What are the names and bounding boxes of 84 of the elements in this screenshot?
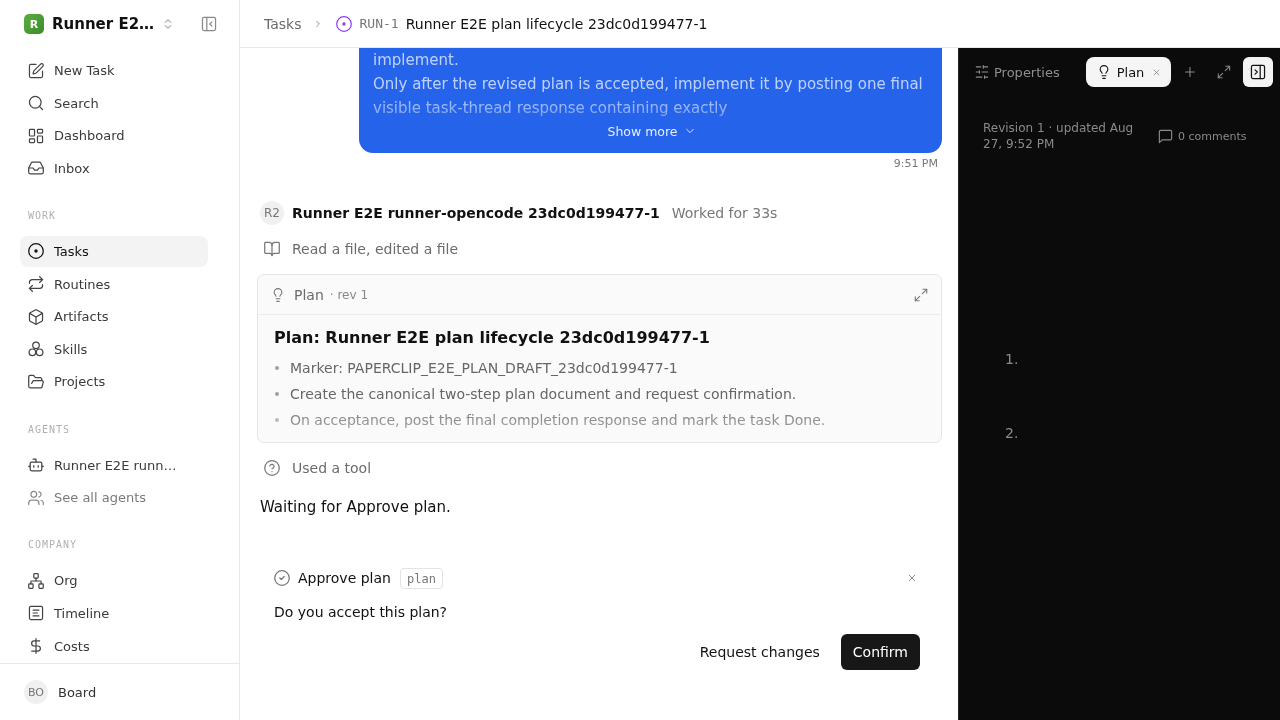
expand-icon[interactable] xyxy=(914,287,928,302)
inbox-icon xyxy=(28,160,44,177)
tool-use-summary[interactable]: Used a tool xyxy=(257,456,378,480)
dollar-icon xyxy=(28,638,44,654)
plan-title: Plan: Runner E2E plan lifecycle 23dc0d199477-1 xyxy=(274,327,710,349)
task-title: Runner E2E plan lifecycle 23dc0d199477-1 xyxy=(405,15,708,32)
workspace-name[interactable]: Runner E2… xyxy=(52,15,155,33)
circles-icon xyxy=(28,341,44,358)
message-text: Only after the revised plan is accepted, implement it by posting one final visible task-thread response containing exactly xyxy=(373,74,924,119)
show-more-button[interactable]: Show more xyxy=(607,120,696,142)
activity-summary[interactable]: Read a file, edited a file xyxy=(257,237,465,261)
bullet-icon xyxy=(275,366,279,370)
approval-question: Do you accept this plan? xyxy=(274,603,448,622)
user-avatar[interactable]: BO xyxy=(24,680,48,704)
nav-item[interactable]: Artifacts xyxy=(20,301,208,333)
approval-title: Approve plan xyxy=(298,570,391,586)
nav-item[interactable]: New Task xyxy=(20,55,208,86)
nav-item[interactable]: Routines xyxy=(20,268,208,300)
users-icon xyxy=(28,489,44,506)
nav-item[interactable]: Org xyxy=(20,565,208,597)
nav-item[interactable]: See all agents xyxy=(20,482,208,514)
panel-tab[interactable]: Plan xyxy=(1085,57,1172,87)
bullet-icon xyxy=(275,418,279,422)
chevrons-up-down-icon[interactable] xyxy=(162,18,174,30)
close-icon[interactable] xyxy=(1152,67,1162,77)
panel-right-icon xyxy=(1250,64,1267,80)
nav-item[interactable]: Runner E2E runn… xyxy=(20,449,208,481)
circle-dot-icon xyxy=(28,243,44,260)
repeat-icon xyxy=(28,276,44,293)
pencil-square-icon xyxy=(28,62,44,79)
section-label: AGENTS xyxy=(28,422,71,437)
plan-label: Plan xyxy=(294,286,324,303)
plan-step: On acceptance, post the final completion response and mark the task Done. xyxy=(290,412,826,428)
request-changes-button[interactable]: Request changes xyxy=(688,634,831,670)
nav-item[interactable]: Skills xyxy=(20,333,208,365)
plus-icon[interactable] xyxy=(1183,65,1198,79)
message-text: implement. xyxy=(373,50,460,71)
nav-item[interactable]: Timeline xyxy=(20,597,208,629)
task-id: RUN-1 xyxy=(359,16,399,31)
cube-icon xyxy=(28,308,44,325)
list-square-icon xyxy=(28,605,44,622)
comments-button[interactable]: 0 comments xyxy=(1158,128,1247,144)
status-circle-icon xyxy=(335,15,352,32)
book-icon xyxy=(264,241,280,257)
nav-item[interactable]: Inbox xyxy=(20,152,208,184)
agent-avatar: R2 xyxy=(260,201,284,225)
lightbulb-icon xyxy=(271,287,285,302)
comment-icon xyxy=(1158,128,1173,144)
nav-item[interactable]: Tasks xyxy=(20,235,208,267)
help-circle-icon xyxy=(264,460,280,476)
section-label: WORK xyxy=(28,208,57,223)
work-duration: Worked for 33s xyxy=(671,205,778,221)
panel-tab[interactable]: Properties xyxy=(967,57,1068,87)
plan-step: Marker: PAPERCLIP_E2E_PLAN_DRAFT_23dc0d199477-1 xyxy=(290,360,678,376)
list-number: 2. xyxy=(1005,424,1019,443)
agent-name: Runner E2E runner-opencode 23dc0d199477-1 xyxy=(292,205,660,221)
check-circle-icon xyxy=(274,570,290,586)
nav-item[interactable]: Dashboard xyxy=(20,120,208,152)
user-name[interactable]: Board xyxy=(58,684,97,700)
list-number: 1. xyxy=(1005,350,1019,369)
collapse-sidebar-icon[interactable] xyxy=(201,16,217,32)
folder-icon xyxy=(28,373,44,390)
reply-text: Waiting for Approve plan. xyxy=(260,497,451,518)
message-time: 9:51 PM xyxy=(892,157,939,171)
nav-item[interactable]: Search xyxy=(20,87,208,119)
section-label: COMPANY xyxy=(28,538,78,553)
search-icon xyxy=(28,95,44,112)
network-icon xyxy=(28,572,44,589)
confirm-button[interactable]: Confirm xyxy=(840,634,920,670)
plan-tag: plan xyxy=(399,567,443,589)
robot-icon xyxy=(28,457,44,474)
workspace-logo: R xyxy=(24,14,44,34)
sliders-icon xyxy=(975,65,989,79)
panel-toggle-button[interactable] xyxy=(1243,57,1273,87)
close-icon[interactable] xyxy=(907,573,917,583)
bullet-icon xyxy=(275,392,279,396)
nav-item[interactable]: Projects xyxy=(20,366,208,398)
revision-label: · rev 1 xyxy=(329,287,369,302)
expand-icon[interactable] xyxy=(1217,65,1232,79)
nav-item[interactable]: Costs xyxy=(20,630,208,662)
breadcrumb-link[interactable]: Tasks xyxy=(264,15,302,32)
grid-icon xyxy=(28,127,44,144)
revision-info: Revision 1 · updated Aug 27, 9:52 PM xyxy=(983,120,1135,152)
plan-step: Create the canonical two-step plan document and request confirmation. xyxy=(290,386,797,402)
